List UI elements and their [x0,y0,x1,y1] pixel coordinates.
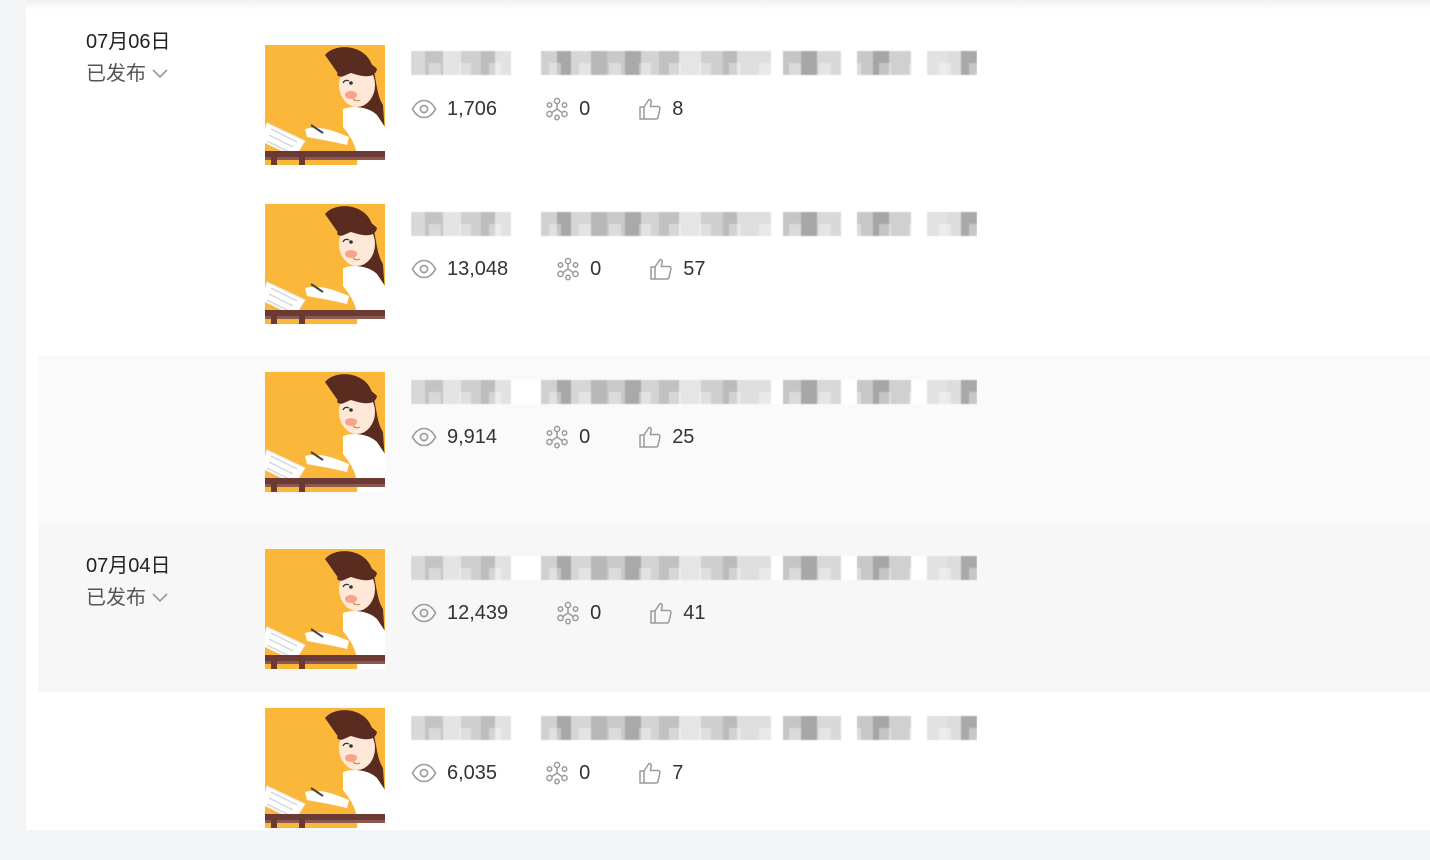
shares-stat: 0 [545,97,590,121]
shares-count: 0 [579,761,591,784]
shares-stat: 0 [545,425,590,449]
shares-stat: 0 [556,601,601,625]
likes-count: 41 [683,601,706,624]
share-icon [557,601,580,625]
top-divider [26,0,1430,10]
blurred-title-text [411,212,977,236]
article-thumbnail[interactable] [265,372,385,492]
thumbnail-illustration [265,372,385,492]
views-stat: 12,439 [411,602,508,625]
likes-count: 8 [672,97,684,120]
blurred-title-text [411,380,977,404]
eye-icon [411,99,437,119]
thumbnail-illustration [265,45,385,165]
views-count: 13,048 [447,257,509,280]
share-icon [546,425,568,449]
shares-count: 0 [579,425,591,448]
views-count: 9,914 [447,425,498,448]
thumbs-up-icon [639,762,661,784]
stats-bar: 9,914 0 25 [411,424,742,450]
thumbs-up-icon [650,258,673,280]
status-dropdown[interactable]: 已发布 [86,60,206,88]
article-thumbnail[interactable] [265,45,385,165]
thumbs-up-icon [650,602,673,624]
article-row[interactable]: 07月06日 已发布 1,706 0 8 [38,20,1430,188]
stats-bar: 12,439 0 41 [411,600,754,626]
views-count: 6,035 [447,761,498,784]
likes-stat: 25 [638,425,694,449]
thumbnail-illustration [265,708,385,828]
eye-icon [411,427,437,447]
thumbs-up-icon [639,426,661,448]
status-dropdown[interactable]: 已发布 [86,584,206,612]
shares-count: 0 [579,97,591,120]
views-count: 1,706 [447,97,498,120]
views-stat: 9,914 [411,426,497,449]
likes-count: 57 [683,257,706,280]
article-title[interactable] [411,374,977,406]
article-thumbnail[interactable] [265,708,385,828]
likes-count: 25 [672,425,695,448]
likes-stat: 8 [638,97,683,121]
chevron-down-icon [152,69,168,79]
views-stat: 1,706 [411,98,497,121]
share-icon [546,97,568,121]
likes-count: 7 [672,761,684,784]
article-row[interactable]: 07月04日 已发布 12,439 0 41 [38,524,1430,692]
article-title[interactable] [411,550,977,582]
publish-date: 07月04日 [86,555,171,577]
article-thumbnail[interactable] [265,549,385,669]
views-stat: 13,048 [411,258,508,281]
status-label: 已发布 [86,587,146,609]
article-row[interactable]: 9,914 0 25 [38,356,1430,524]
blurred-title-text [411,716,977,740]
publish-date: 07月06日 [86,31,171,53]
article-title[interactable] [411,710,977,742]
article-title[interactable] [411,206,977,238]
views-stat: 6,035 [411,762,497,785]
eye-icon [411,603,437,623]
thumbnail-illustration [265,549,385,669]
article-row[interactable]: 6,035 0 7 [38,692,1430,860]
shares-count: 0 [590,257,602,280]
date-group: 07月06日 已发布 [86,28,206,88]
date-group: 07月04日 已发布 [86,552,206,612]
blurred-title-text [411,51,977,75]
views-count: 12,439 [447,601,509,624]
blurred-title-text [411,556,977,580]
likes-stat: 41 [649,601,706,625]
stats-bar: 6,035 0 7 [411,760,731,786]
eye-icon [411,763,437,783]
article-title[interactable] [411,45,977,77]
likes-stat: 7 [638,761,683,785]
thumbs-up-icon [639,98,661,120]
likes-stat: 57 [649,257,706,281]
chevron-down-icon [152,593,168,603]
share-icon [557,257,580,281]
shares-stat: 0 [545,761,590,785]
article-list-page: 07月06日 已发布 1,706 0 8 13,048 0 57 9,914 0… [26,0,1430,830]
article-row[interactable]: 13,048 0 57 [38,188,1430,356]
share-icon [546,761,568,785]
shares-count: 0 [590,601,602,624]
stats-bar: 1,706 0 8 [411,96,731,122]
shares-stat: 0 [556,257,601,281]
status-label: 已发布 [86,63,146,85]
thumbnail-illustration [265,204,385,324]
eye-icon [411,259,437,279]
article-thumbnail[interactable] [265,204,385,324]
stats-bar: 13,048 0 57 [411,256,754,282]
